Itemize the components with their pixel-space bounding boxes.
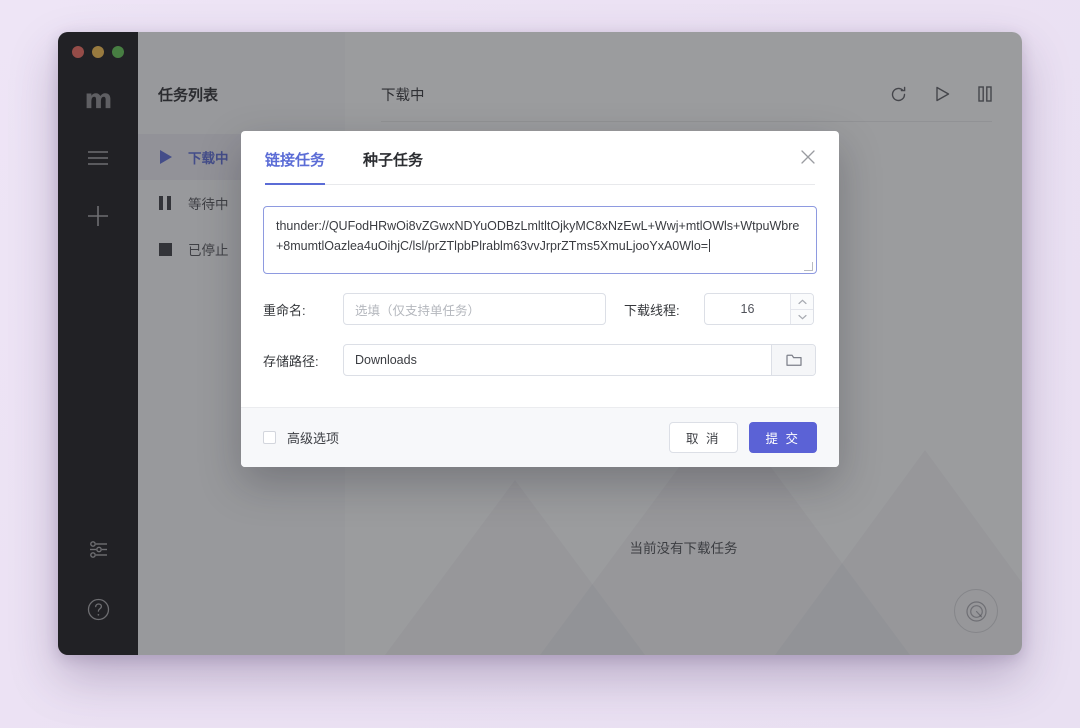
folder-icon[interactable]	[771, 345, 815, 375]
task-list-title: 任务列表	[158, 87, 219, 104]
sidebar-bottom-group	[58, 529, 138, 629]
dialog-footer: 高级选项 取 消 提 交	[241, 407, 839, 467]
checkbox-box[interactable]	[263, 431, 276, 444]
submit-button[interactable]: 提 交	[748, 422, 817, 453]
url-input[interactable]: thunder://QUFodHRwOi8vZGwxNDYuODBzLmltlt…	[263, 206, 817, 274]
new-task-dialog: 链接任务 种子任务 thunder://QUFodHRwOi8vZGwxNDYu…	[241, 131, 839, 467]
chevron-up-icon[interactable]	[791, 294, 813, 309]
path-input[interactable]: Downloads	[344, 345, 771, 375]
pause-icon	[158, 196, 172, 210]
rename-and-threads-row: 重命名: 选填（仅支持单任务） 下载线程: 16	[263, 293, 817, 325]
dialog-body: thunder://QUFodHRwOi8vZGwxNDYuODBzLmltlt…	[241, 185, 839, 382]
tab-link-task[interactable]: 链接任务	[265, 149, 326, 185]
tab-torrent-task[interactable]: 种子任务	[363, 149, 423, 185]
threads-value: 16	[740, 302, 755, 316]
rename-placeholder: 选填（仅支持单任务）	[355, 303, 481, 318]
rename-input[interactable]: 选填（仅支持单任务）	[343, 293, 606, 325]
close-window-button[interactable]	[72, 46, 84, 58]
rename-label: 重命名:	[263, 302, 306, 318]
maximize-window-button[interactable]	[112, 46, 124, 58]
screen: m 任务列表 下载中 等待中 已停止 下载中 当前没有下载任务 链接任务 种子任…	[0, 0, 1080, 728]
path-row: 存储路径: Downloads	[263, 344, 817, 376]
advanced-options-label: 高级选项	[287, 431, 340, 446]
chevron-down-icon[interactable]	[791, 309, 813, 324]
path-label: 存储路径:	[263, 353, 319, 369]
close-icon[interactable]	[797, 146, 819, 168]
threads-label: 下载线程:	[624, 302, 680, 318]
resume-all-icon[interactable]	[935, 86, 950, 103]
question-circle-icon[interactable]	[78, 589, 118, 629]
advanced-options-checkbox[interactable]: 高级选项	[263, 428, 339, 447]
plus-icon[interactable]	[78, 196, 118, 236]
play-icon	[158, 150, 172, 164]
task-item-label: 下载中	[188, 151, 229, 166]
task-item-label: 已停止	[188, 243, 229, 258]
sliders-icon[interactable]	[78, 529, 118, 569]
path-input-group: Downloads	[343, 344, 816, 376]
dialog-header: 链接任务 种子任务	[241, 131, 839, 185]
sidebar-rail: m	[58, 32, 138, 655]
minimize-window-button[interactable]	[92, 46, 104, 58]
hamburger-menu-icon[interactable]	[78, 138, 118, 178]
url-input-value: thunder://QUFodHRwOi8vZGwxNDYuODBzLmltlt…	[276, 219, 800, 253]
cancel-button[interactable]: 取 消	[669, 422, 738, 453]
task-item-label: 等待中	[188, 197, 229, 212]
threads-stepper[interactable]: 16	[704, 293, 814, 325]
app-logo: m	[84, 84, 112, 115]
dialog-tabs: 链接任务 种子任务	[265, 149, 815, 185]
empty-state-text: 当前没有下载任务	[629, 541, 738, 556]
refresh-icon[interactable]	[890, 86, 907, 103]
threads-stepper-buttons	[790, 294, 813, 324]
speedometer-icon[interactable]	[954, 589, 998, 633]
window-traffic-lights	[72, 46, 124, 58]
header-actions	[890, 86, 992, 103]
pause-all-icon[interactable]	[978, 86, 992, 103]
dialog-buttons: 取 消 提 交	[669, 422, 817, 453]
text-caret	[709, 239, 711, 252]
page-title: 下载中	[381, 88, 425, 104]
stop-icon	[158, 242, 172, 256]
main-header: 下载中	[381, 84, 992, 122]
